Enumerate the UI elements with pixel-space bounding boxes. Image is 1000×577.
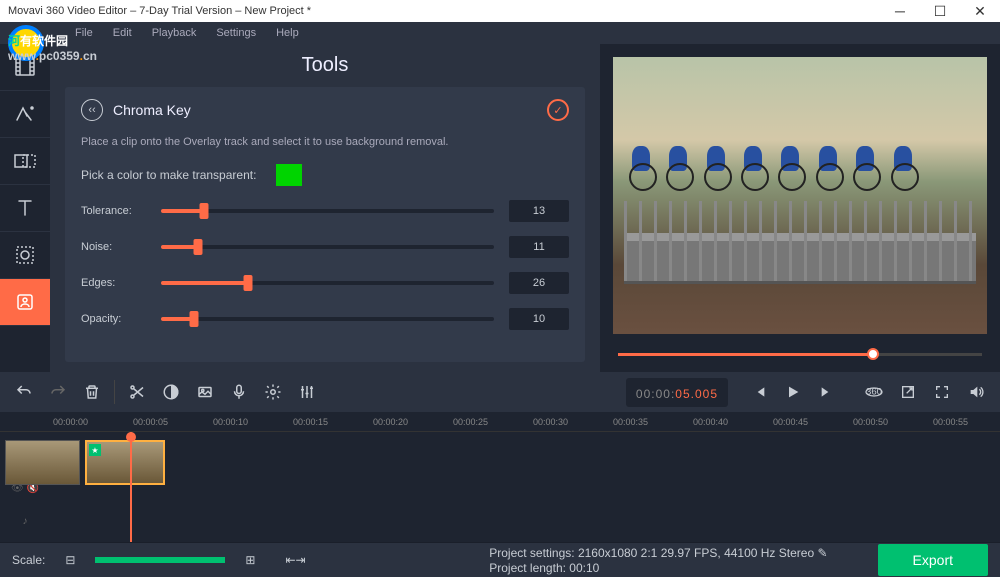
opacity-label: Opacity:	[81, 313, 146, 325]
detach-button[interactable]	[892, 376, 924, 408]
filters-tab[interactable]	[0, 91, 50, 138]
scale-slider[interactable]	[95, 557, 225, 563]
noise-slider[interactable]	[161, 245, 494, 249]
toolbar: 00:00:05.005 360	[0, 372, 1000, 412]
split-button[interactable]	[121, 376, 153, 408]
minimize-button[interactable]: ─	[880, 0, 920, 22]
microphone-button[interactable]	[223, 376, 255, 408]
effects-tab[interactable]	[0, 232, 50, 279]
effect-indicator-icon: ★	[89, 444, 101, 456]
crop-button[interactable]	[189, 376, 221, 408]
more-tools-tab[interactable]	[0, 279, 50, 326]
menu-edit[interactable]: Edit	[103, 27, 142, 39]
edit-settings-icon[interactable]: ✎	[817, 546, 827, 560]
svg-text:360: 360	[866, 386, 882, 397]
zoom-out-icon[interactable]: ⊟	[65, 553, 75, 567]
fit-timeline-icon[interactable]: ⇤⇥	[285, 553, 305, 567]
noise-label: Noise:	[81, 241, 146, 253]
timeline: 00:00:00 00:00:05 00:00:10 00:00:15 00:0…	[0, 412, 1000, 542]
opacity-value[interactable]: 10	[509, 308, 569, 330]
fullscreen-button[interactable]	[926, 376, 958, 408]
menu-playback[interactable]: Playback	[142, 27, 207, 39]
menu-file[interactable]: File	[65, 27, 103, 39]
project-settings-label: Project settings:	[489, 546, 574, 560]
tolerance-slider[interactable]	[161, 209, 494, 213]
info-text: Place a clip onto the Overlay track and …	[81, 135, 569, 150]
back-button[interactable]: ‹‹	[81, 99, 103, 121]
titles-tab[interactable]	[0, 185, 50, 232]
clip-2-selected[interactable]: ★	[85, 440, 165, 485]
window-titlebar: Movavi 360 Video Editor – 7-Day Trial Ve…	[0, 0, 1000, 22]
edges-value[interactable]: 26	[509, 272, 569, 294]
trash-button[interactable]	[76, 376, 108, 408]
edges-label: Edges:	[81, 277, 146, 289]
tools-panel-title: Tools	[65, 54, 585, 77]
window-title: Movavi 360 Video Editor – 7-Day Trial Ve…	[8, 5, 311, 17]
audio-track-icon[interactable]: ♪	[23, 516, 28, 527]
tools-panel: Tools ‹‹ Chroma Key ✓ Place a clip onto …	[50, 44, 600, 372]
maximize-button[interactable]: ☐	[920, 0, 960, 22]
playhead[interactable]	[130, 432, 132, 542]
menubar: File Edit Playback Settings Help	[0, 22, 1000, 44]
project-length-value: 00:10	[569, 561, 599, 575]
window-controls: ─ ☐ ✕	[880, 0, 1000, 22]
edges-slider[interactable]	[161, 281, 494, 285]
redo-button[interactable]	[42, 376, 74, 408]
time-ruler[interactable]: 00:00:00 00:00:05 00:00:10 00:00:15 00:0…	[0, 412, 1000, 432]
color-swatch[interactable]	[276, 164, 302, 186]
timecode-display: 00:00:05.005	[626, 378, 728, 407]
clip-settings-button[interactable]	[257, 376, 289, 408]
color-adjust-button[interactable]	[155, 376, 187, 408]
undo-button[interactable]	[8, 376, 40, 408]
transitions-tab[interactable]	[0, 138, 50, 185]
export-button[interactable]: Export	[878, 544, 988, 576]
clip-1[interactable]	[5, 440, 80, 485]
menu-settings[interactable]: Settings	[206, 27, 266, 39]
watermark-logo	[8, 25, 44, 61]
menu-help[interactable]: Help	[266, 27, 309, 39]
close-button[interactable]: ✕	[960, 0, 1000, 22]
footer-bar: Scale: ⊟ ⊞ ⇤⇥ Project settings: 2160x108…	[0, 542, 1000, 577]
project-settings-value: 2160x1080 2:1 29.97 FPS, 44100 Hz Stereo	[578, 546, 814, 560]
panel-name: Chroma Key	[113, 102, 191, 118]
tolerance-label: Tolerance:	[81, 205, 146, 217]
project-length-label: Project length:	[489, 561, 566, 575]
noise-value[interactable]: 11	[509, 236, 569, 258]
prev-frame-button[interactable]	[743, 376, 775, 408]
play-button[interactable]	[777, 376, 809, 408]
scrub-bar[interactable]	[608, 344, 992, 364]
equalizer-button[interactable]	[291, 376, 323, 408]
pick-color-label: Pick a color to make transparent:	[81, 168, 256, 182]
opacity-slider[interactable]	[161, 317, 494, 321]
view360-button[interactable]: 360	[858, 376, 890, 408]
video-preview[interactable]	[613, 57, 987, 334]
preview-area	[600, 44, 1000, 372]
tracks-area[interactable]: ▣ 🔇 👁 🔇 ♪ ★	[0, 432, 1000, 542]
next-frame-button[interactable]	[811, 376, 843, 408]
tool-sidebar	[0, 44, 50, 372]
zoom-in-icon[interactable]: ⊞	[245, 553, 255, 567]
scale-label: Scale:	[12, 553, 45, 567]
apply-button[interactable]: ✓	[547, 99, 569, 121]
volume-button[interactable]	[960, 376, 992, 408]
chroma-key-panel: ‹‹ Chroma Key ✓ Place a clip onto the Ov…	[65, 87, 585, 362]
tolerance-value[interactable]: 13	[509, 200, 569, 222]
